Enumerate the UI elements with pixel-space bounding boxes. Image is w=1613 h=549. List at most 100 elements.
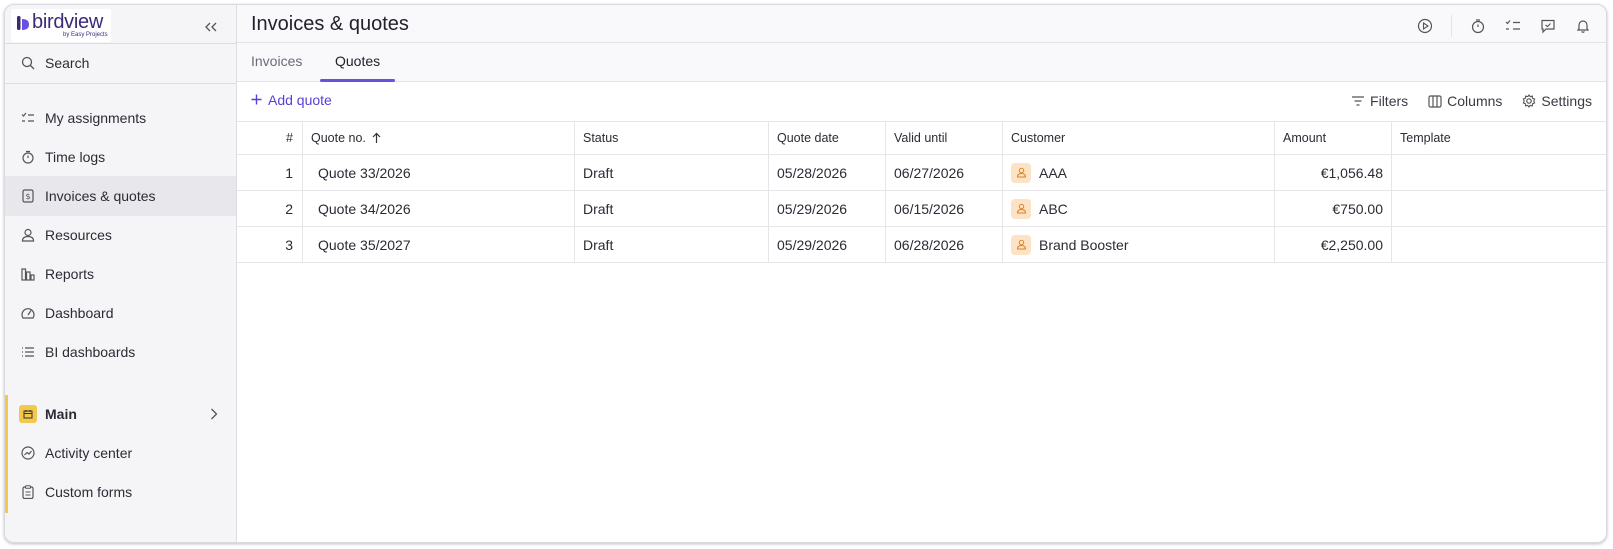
sidebar-item-label: My assignments (45, 110, 147, 126)
customer-name: Brand Booster (1039, 236, 1129, 253)
tab-bar: Invoices Quotes (237, 43, 1606, 82)
filters-label: Filters (1370, 93, 1409, 109)
logo[interactable]: birdview by Easy Projects (11, 9, 111, 42)
stopwatch-icon (20, 149, 36, 165)
page-title: Invoices & quotes (251, 13, 409, 35)
person-icon (20, 227, 36, 243)
valid-until-cell: 06/28/2026 (886, 227, 1003, 262)
sidebar-item-label: Resources (45, 227, 112, 243)
customer-cell[interactable]: AAA (1003, 155, 1275, 190)
search-icon (20, 55, 36, 71)
sidebar-item-my-assignments[interactable]: My assignments (5, 98, 236, 138)
status-cell: Draft (575, 191, 769, 226)
column-header-template[interactable]: Template (1392, 122, 1606, 154)
checklist-icon[interactable] (1504, 17, 1522, 35)
sidebar-item-time-logs[interactable]: Time logs (5, 137, 236, 177)
main-content: Invoices & quotes Invoices Quotes Add qu… (237, 5, 1606, 542)
chevron-right-icon (210, 407, 218, 423)
active-tab-indicator (320, 79, 395, 82)
sidebar-search[interactable]: Search (5, 43, 236, 83)
chat-icon[interactable] (1539, 17, 1557, 35)
customer-name: AAA (1039, 164, 1068, 181)
row-number: 2 (237, 191, 303, 226)
quote-date-cell: 05/28/2026 (769, 155, 886, 190)
play-circle-icon[interactable] (1416, 17, 1434, 35)
divider (5, 83, 237, 84)
gear-icon (1522, 94, 1536, 108)
collapse-sidebar-button[interactable] (201, 17, 221, 37)
column-header-status[interactable]: Status (575, 122, 769, 154)
divider (1451, 15, 1452, 37)
customer-cell[interactable]: ABC (1003, 191, 1275, 226)
calendar-icon (19, 405, 37, 423)
column-header-quote-date[interactable]: Quote date (769, 122, 886, 154)
column-header-number[interactable]: # (237, 122, 303, 154)
sidebar-item-invoices-quotes[interactable]: $ Invoices & quotes (5, 176, 236, 216)
filter-icon (1351, 95, 1365, 107)
sidebar-item-activity-center[interactable]: Activity center (5, 433, 236, 473)
template-cell (1392, 227, 1606, 262)
table-row[interactable]: 1 Quote 33/2026 Draft 05/28/2026 06/27/2… (237, 155, 1606, 191)
columns-button[interactable]: Columns (1428, 93, 1502, 109)
valid-until-cell: 06/15/2026 (886, 191, 1003, 226)
customer-icon (1011, 234, 1031, 255)
sidebar-item-reports[interactable]: Reports (5, 254, 236, 294)
bell-icon[interactable] (1574, 17, 1592, 35)
sort-ascending-icon (372, 132, 381, 144)
customer-cell[interactable]: Brand Booster (1003, 227, 1275, 262)
table-row[interactable]: 3 Quote 35/2027 Draft 05/29/2026 06/28/2… (237, 227, 1606, 263)
column-header-valid-until[interactable]: Valid until (886, 122, 1003, 154)
sidebar: birdview by Easy Projects Search My assi… (5, 5, 237, 542)
quote-date-cell: 05/29/2026 (769, 191, 886, 226)
search-label: Search (45, 55, 90, 71)
birdview-logo-icon (17, 16, 29, 30)
add-quote-button[interactable]: Add quote (251, 92, 332, 108)
checklist-icon (20, 110, 36, 126)
sidebar-item-label: Reports (45, 266, 95, 282)
column-header-customer[interactable]: Customer (1003, 122, 1275, 154)
table-header-row: # Quote no. Status Quote date Valid unti… (237, 121, 1606, 155)
sidebar-section-main[interactable]: Main (5, 394, 236, 434)
invoice-icon: $ (20, 188, 36, 204)
column-header-amount[interactable]: Amount (1275, 122, 1392, 154)
customer-icon (1011, 162, 1031, 183)
svg-text:$: $ (25, 192, 30, 201)
status-cell: Draft (575, 155, 769, 190)
filters-button[interactable]: Filters (1351, 93, 1408, 109)
settings-button[interactable]: Settings (1522, 93, 1592, 109)
quotes-table: # Quote no. Status Quote date Valid unti… (237, 121, 1606, 263)
table-row[interactable]: 2 Quote 34/2026 Draft 05/29/2026 06/15/2… (237, 191, 1606, 227)
stopwatch-icon[interactable] (1469, 17, 1487, 35)
quote-no-cell[interactable]: Quote 33/2026 (303, 155, 575, 190)
sidebar-item-resources[interactable]: Resources (5, 215, 236, 255)
quote-date-cell: 05/29/2026 (769, 227, 886, 262)
amount-cell: €2,250.00 (1275, 227, 1392, 262)
amount-cell: €750.00 (1275, 191, 1392, 226)
sidebar-item-dashboard[interactable]: Dashboard (5, 293, 236, 333)
add-quote-label: Add quote (268, 92, 332, 108)
quote-no-cell[interactable]: Quote 35/2027 (303, 227, 575, 262)
sidebar-item-bi-dashboards[interactable]: BI dashboards (5, 332, 236, 372)
plus-icon (251, 92, 262, 108)
sidebar-item-label: Invoices & quotes (45, 188, 156, 204)
sidebar-item-custom-forms[interactable]: Custom forms (5, 472, 236, 512)
customer-icon (1011, 198, 1031, 219)
row-number: 1 (237, 155, 303, 190)
toolbar-actions: Filters Columns Settings (1331, 93, 1592, 109)
logo-text: birdview (32, 11, 103, 33)
toolbar: Add quote Filters Columns Settings (237, 83, 1606, 121)
logo-subtext: by Easy Projects (63, 32, 108, 38)
quote-no-cell[interactable]: Quote 34/2026 (303, 191, 575, 226)
settings-label: Settings (1541, 93, 1592, 109)
tab-quotes[interactable]: Quotes (335, 53, 380, 69)
bar-chart-icon (20, 266, 36, 282)
sidebar-item-label: Custom forms (45, 484, 133, 500)
column-header-quote-no[interactable]: Quote no. (303, 122, 575, 154)
columns-label: Columns (1447, 93, 1503, 109)
customer-name: ABC (1039, 200, 1068, 217)
top-actions (1399, 15, 1592, 37)
list-icon (20, 344, 36, 360)
tab-invoices[interactable]: Invoices (251, 53, 302, 69)
amount-cell: €1,056.48 (1275, 155, 1392, 190)
sidebar-item-label: Time logs (45, 149, 106, 165)
